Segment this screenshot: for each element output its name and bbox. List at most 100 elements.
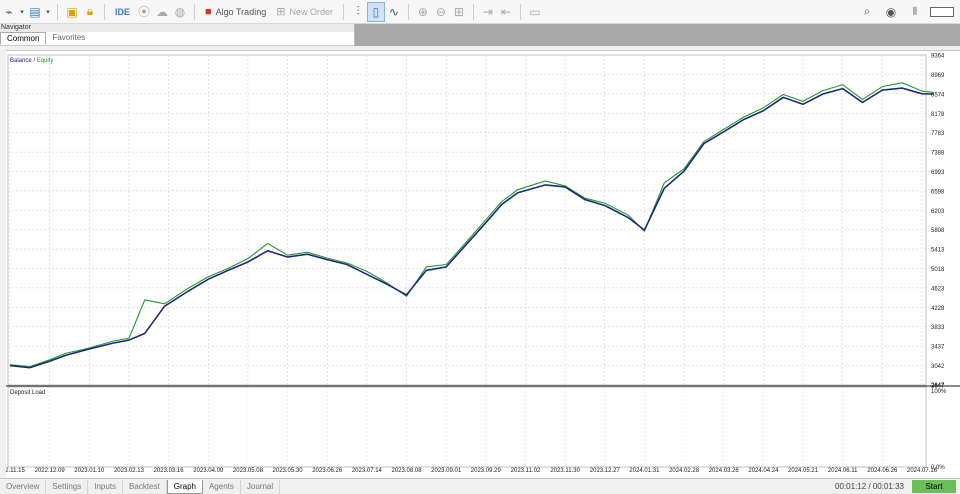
y-tick-label: 7388 — [931, 151, 945, 157]
tab-graph[interactable]: Graph — [166, 479, 203, 494]
new-chart-icon[interactable]: ▤ — [26, 2, 44, 22]
chart-shift-icon[interactable]: ⇤ — [497, 2, 515, 22]
search-icon[interactable]: ⌕ — [858, 2, 876, 22]
x-tick-label: 2023.06.26 — [312, 468, 343, 474]
x-tick-label: 2023.09.01 — [431, 468, 462, 474]
y-tick-label: 6203 — [931, 209, 945, 215]
cloud-icon[interactable]: ☁ — [153, 2, 171, 22]
main-toolbar: ⌁ ▾ ▤ ▾ ▣ 🔒︎ IDE ⦿ ☁ ◍ ■ Algo Trading ⊞ … — [0, 0, 960, 24]
x-tick-label: 2023.08.08 — [392, 468, 423, 474]
y-tick-label: 6598 — [931, 189, 945, 195]
market-icon[interactable]: ▣ — [63, 2, 81, 22]
y-tick-label: 5018 — [931, 267, 945, 273]
new-order-label: New Order — [289, 6, 333, 17]
test-timer: 00:01:12 / 00:01:33 — [835, 482, 904, 491]
deposit-load-frame — [7, 386, 927, 468]
empty-panel-area — [355, 24, 960, 46]
balance-equity-chart: 9364896985748178778373886993659862035808… — [0, 54, 960, 474]
y-tick-label: 4623 — [931, 286, 945, 292]
tab-journal[interactable]: Journal — [241, 479, 281, 494]
load-y-tick-label: 100% — [931, 389, 947, 395]
account-icon[interactable]: ◉ — [882, 2, 900, 22]
x-tick-label: 2023.07.14 — [352, 468, 383, 474]
connection-status-indicator — [930, 6, 954, 17]
bar-chart-icon[interactable]: ⫶ — [349, 2, 367, 22]
candle-chart-icon[interactable]: ▯ — [366, 1, 385, 22]
separator — [104, 3, 105, 20]
chart-legend: Balance / Equity — [10, 58, 53, 64]
algo-trading-label: Algo Trading — [215, 6, 267, 17]
tab-overview[interactable]: Overview — [0, 479, 47, 494]
y-tick-label: 2647 — [931, 383, 945, 389]
tab-inputs[interactable]: Inputs — [88, 479, 124, 494]
navigator-tab-favorites[interactable]: Favorites — [46, 32, 91, 45]
chart-type-icon[interactable]: ⌁ — [0, 2, 18, 22]
x-tick-label: 2023.11.02 — [511, 468, 541, 474]
new-order-icon: ⊞ — [276, 6, 286, 18]
y-tick-label: 8178 — [931, 112, 945, 118]
x-tick-label: 2023.05.08 — [233, 468, 264, 474]
graph-panel: 9364 8969 8574 8178 7783 7388 6993 6598 6203 5808… — [0, 50, 960, 478]
tab-agents[interactable]: Agents — [203, 479, 241, 494]
line-chart-icon[interactable]: ∿ — [385, 2, 403, 22]
y-tick-label: 3437 — [931, 345, 945, 351]
x-tick-label: 2022.11.15 — [6, 468, 25, 474]
start-button[interactable]: Start — [912, 480, 956, 493]
screenshot-icon[interactable]: ▭ — [526, 2, 544, 22]
tab-settings[interactable]: Settings — [46, 479, 89, 494]
navigator-title: Navigator — [0, 24, 354, 32]
x-tick-label: 2024.02.28 — [669, 468, 700, 474]
x-tick-label: 2024.01.31 — [629, 468, 660, 474]
x-tick-label: 2023.02.13 — [114, 468, 145, 474]
chart-type-dropdown-icon[interactable]: ▾ — [18, 2, 26, 22]
separator — [407, 3, 409, 20]
y-tick-label: 8969 — [931, 73, 945, 79]
separator — [519, 3, 521, 20]
y-tick-label: 7783 — [931, 131, 945, 137]
x-tick-label: 2024.03.26 — [709, 468, 740, 474]
main-plot-frame — [7, 54, 927, 386]
x-tick-label: 2022.12.09 — [35, 468, 66, 474]
grid-icon[interactable]: ⊞ — [450, 2, 468, 22]
separator — [472, 3, 474, 20]
autoscroll-icon[interactable]: ⇥ — [479, 2, 497, 22]
new-chart-dropdown-icon[interactable]: ▾ — [44, 2, 52, 22]
x-tick-label: 2023.05.30 — [273, 468, 304, 474]
y-tick-label: 3042 — [931, 364, 945, 370]
series-line-equity — [9, 82, 934, 368]
deposit-load-title: Deposit Load — [10, 390, 45, 396]
y-tick-label: 6993 — [931, 170, 945, 176]
y-tick-label: 5808 — [931, 228, 945, 234]
x-tick-label: 2024.06.26 — [867, 468, 898, 474]
ide-button[interactable]: IDE — [110, 2, 135, 22]
y-tick-label: 4228 — [931, 306, 945, 312]
x-tick-label: 2023.09.29 — [471, 468, 502, 474]
x-tick-label: 2024.04.24 — [748, 468, 779, 474]
algo-trading-button[interactable]: ■ Algo Trading — [200, 2, 271, 22]
x-tick-label: 2024.06.11 — [828, 468, 858, 474]
lock-icon[interactable]: 🔒︎ — [81, 2, 99, 22]
navigator-panel: Navigator Common Favorites — [0, 24, 355, 46]
x-tick-label: 2023.01.10 — [74, 468, 105, 474]
x-tick-label: 2023.03.16 — [154, 468, 185, 474]
legend-balance: Balance — [10, 58, 32, 64]
zoom-out-icon[interactable]: ⊖ — [432, 2, 450, 22]
x-tick-label: 2024.05.21 — [788, 468, 819, 474]
connection-icon[interactable]: ⫼ — [906, 2, 924, 22]
legend-equity: Equity — [37, 58, 54, 64]
signal-icon[interactable]: ⦿ — [135, 2, 153, 22]
separator — [194, 3, 196, 20]
x-tick-label: 2023.04.09 — [193, 468, 224, 474]
load-y-tick-label: 0.0% — [931, 465, 945, 471]
navigator-tabs: Common Favorites — [0, 32, 354, 46]
tab-backtest[interactable]: Backtest — [123, 479, 167, 494]
separator — [342, 3, 344, 20]
zoom-in-icon[interactable]: ⊕ — [414, 2, 432, 22]
separator — [57, 3, 58, 20]
navigator-tab-common[interactable]: Common — [0, 32, 47, 45]
new-order-button[interactable]: ⊞ New Order — [271, 2, 338, 22]
tester-tabs: Overview Settings Inputs Backtest Graph … — [0, 478, 960, 494]
vps-icon[interactable]: ◍ — [171, 2, 189, 22]
y-tick-label: 3833 — [931, 325, 945, 331]
series-line-balance — [9, 87, 934, 369]
